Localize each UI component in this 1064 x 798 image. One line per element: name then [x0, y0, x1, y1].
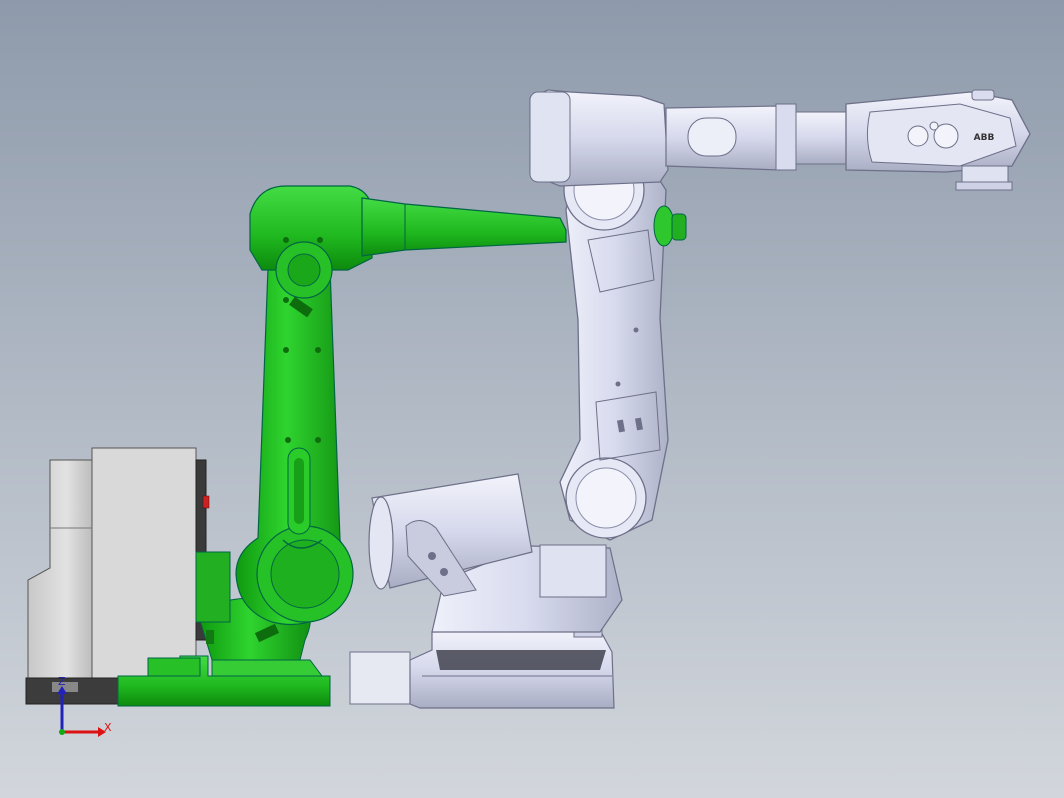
assembly-scene[interactable]: ABB	[0, 0, 1064, 798]
z-axis-label: Z	[58, 675, 66, 688]
abb-logo: ABB	[974, 133, 995, 143]
robot-right-abb[interactable]: ABB	[349, 89, 1031, 709]
y-axis-dot	[59, 729, 65, 735]
cad-viewport[interactable]: ABB X Z	[0, 0, 1064, 798]
coordinate-triad: X Z	[50, 676, 120, 746]
x-axis-label: X	[104, 721, 112, 734]
